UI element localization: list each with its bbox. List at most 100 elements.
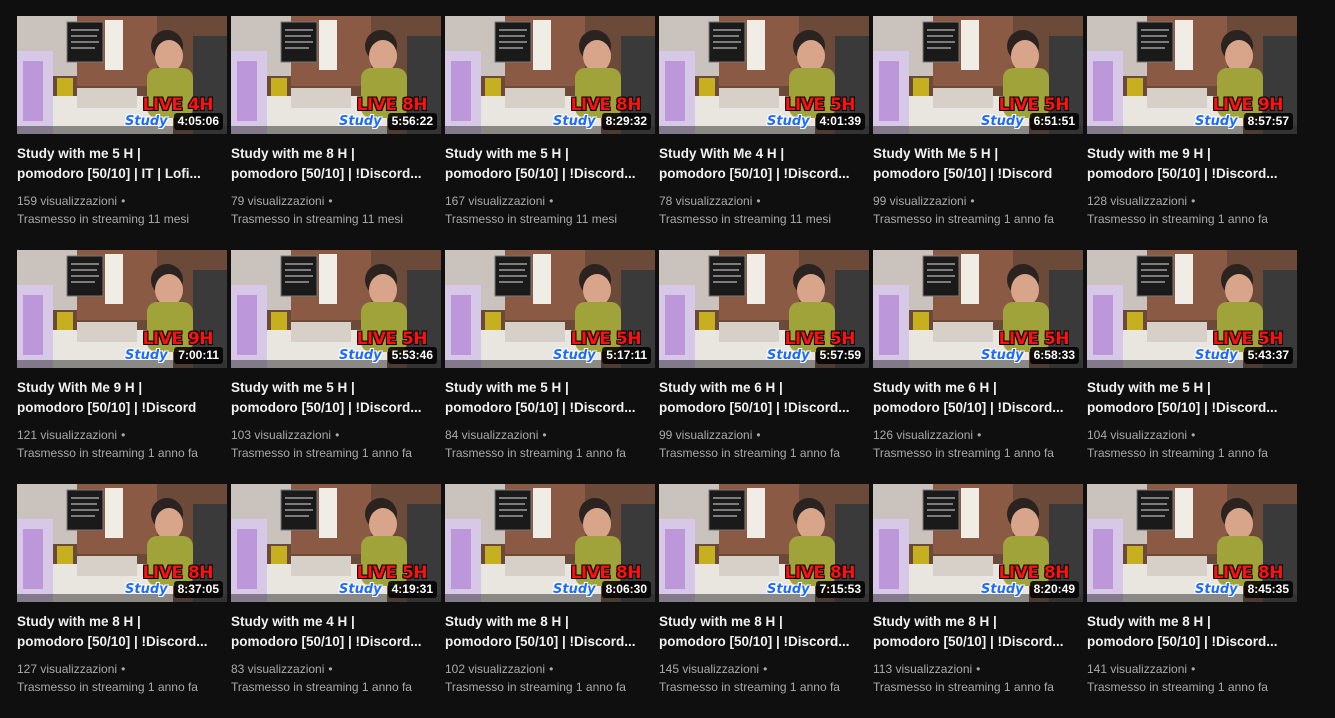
study-brand-text: Study bbox=[553, 348, 596, 363]
video-card[interactable]: LIVE 5H Study 5:17:11 Study with me 5 H … bbox=[445, 250, 655, 484]
video-duration: 4:01:39 bbox=[815, 113, 865, 130]
video-title[interactable]: Study With Me 9 H | pomodoro [50/10] | !… bbox=[17, 378, 227, 418]
view-count: 141 visualizzazioni bbox=[1087, 662, 1188, 676]
video-duration: 5:43:37 bbox=[1243, 347, 1293, 364]
video-thumbnail[interactable]: LIVE 5H Study 5:53:46 bbox=[231, 250, 441, 368]
video-card[interactable]: LIVE 5H Study 5:57:59 Study with me 6 H … bbox=[659, 250, 869, 484]
stream-date: Trasmesso in streaming 1 anno fa bbox=[445, 680, 626, 694]
stream-date: Trasmesso in streaming 1 anno fa bbox=[873, 446, 1054, 460]
separator-dot: • bbox=[328, 662, 333, 676]
video-thumbnail[interactable]: LIVE 8H Study 7:15:53 bbox=[659, 484, 869, 602]
video-thumbnail[interactable]: LIVE 4H Study 4:05:06 bbox=[17, 16, 227, 134]
video-card[interactable]: LIVE 8H Study 8:37:05 Study with me 8 H … bbox=[17, 484, 227, 718]
video-title[interactable]: Study with me 8 H | pomodoro [50/10] | !… bbox=[445, 612, 655, 652]
separator-dot: • bbox=[1191, 662, 1196, 676]
study-brand-text: Study bbox=[981, 348, 1024, 363]
stream-date: Trasmesso in streaming 1 anno fa bbox=[1087, 212, 1268, 226]
separator-dot: • bbox=[976, 662, 981, 676]
separator-dot: • bbox=[549, 194, 554, 208]
video-meta: 126 visualizzazioni • Trasmesso in stream… bbox=[873, 426, 1083, 462]
video-card[interactable]: LIVE 5H Study 4:19:31 Study with me 4 H … bbox=[231, 484, 441, 718]
separator-dot: • bbox=[542, 428, 547, 442]
video-title[interactable]: Study With Me 4 H | pomodoro [50/10] | !… bbox=[659, 144, 869, 184]
live-badge-text: LIVE 5H bbox=[1212, 329, 1284, 349]
video-thumbnail[interactable]: LIVE 8H Study 8:29:32 bbox=[445, 16, 655, 134]
view-count: 99 visualizzazioni bbox=[659, 428, 753, 442]
video-title[interactable]: Study with me 5 H | pomodoro [50/10] | !… bbox=[445, 378, 655, 418]
study-brand-text: Study bbox=[339, 582, 382, 597]
video-card[interactable]: LIVE 8H Study 5:56:22 Study with me 8 H … bbox=[231, 16, 441, 250]
video-title[interactable]: Study with me 6 H | pomodoro [50/10] | !… bbox=[873, 378, 1083, 418]
study-brand-text: Study bbox=[125, 114, 168, 129]
video-title[interactable]: Study with me 5 H | pomodoro [50/10] | I… bbox=[17, 144, 227, 184]
video-duration: 8:20:49 bbox=[1029, 581, 1079, 598]
video-thumbnail[interactable]: LIVE 8H Study 5:56:22 bbox=[231, 16, 441, 134]
video-card[interactable]: LIVE 8H Study 8:29:32 Study with me 5 H … bbox=[445, 16, 655, 250]
video-card[interactable]: LIVE 5H Study 6:58:33 Study with me 6 H … bbox=[873, 250, 1083, 484]
stream-date: Trasmesso in streaming 1 anno fa bbox=[659, 446, 840, 460]
separator-dot: • bbox=[756, 428, 761, 442]
video-title[interactable]: Study with me 8 H | pomodoro [50/10] | !… bbox=[231, 144, 441, 184]
video-duration: 8:57:57 bbox=[1243, 113, 1293, 130]
video-thumbnail[interactable]: LIVE 5H Study 5:43:37 bbox=[1087, 250, 1297, 368]
live-badge-text: LIVE 8H bbox=[142, 563, 214, 583]
video-thumbnail[interactable]: LIVE 9H Study 8:57:57 bbox=[1087, 16, 1297, 134]
stream-date: Trasmesso in streaming 1 anno fa bbox=[1087, 446, 1268, 460]
study-brand-text: Study bbox=[981, 114, 1024, 129]
video-thumbnail[interactable]: LIVE 5H Study 6:51:51 bbox=[873, 16, 1083, 134]
video-title[interactable]: Study with me 5 H | pomodoro [50/10] | !… bbox=[1087, 378, 1297, 418]
video-card[interactable]: LIVE 4H Study 4:05:06 Study with me 5 H … bbox=[17, 16, 227, 250]
video-thumbnail[interactable]: LIVE 9H Study 7:00:11 bbox=[17, 250, 227, 368]
video-card[interactable]: LIVE 9H Study 7:00:11 Study With Me 9 H … bbox=[17, 250, 227, 484]
video-thumbnail[interactable]: LIVE 8H Study 8:20:49 bbox=[873, 484, 1083, 602]
stream-date: Trasmesso in streaming 1 anno fa bbox=[17, 446, 198, 460]
video-grid: LIVE 4H Study 4:05:06 Study with me 5 H … bbox=[17, 16, 1297, 718]
video-title[interactable]: Study with me 5 H | pomodoro [50/10] | !… bbox=[445, 144, 655, 184]
view-count: 84 visualizzazioni bbox=[445, 428, 539, 442]
video-meta: 103 visualizzazioni • Trasmesso in stream… bbox=[231, 426, 441, 462]
video-duration: 5:57:59 bbox=[815, 347, 865, 364]
view-count: 167 visualizzazioni bbox=[445, 194, 546, 208]
video-title[interactable]: Study with me 6 H | pomodoro [50/10] | !… bbox=[659, 378, 869, 418]
study-brand-text: Study bbox=[339, 114, 382, 129]
live-badge-text: LIVE 5H bbox=[570, 329, 642, 349]
video-thumbnail[interactable]: LIVE 5H Study 4:19:31 bbox=[231, 484, 441, 602]
video-card[interactable]: LIVE 5H Study 5:43:37 Study with me 5 H … bbox=[1087, 250, 1297, 484]
video-card[interactable]: LIVE 8H Study 8:06:30 Study with me 8 H … bbox=[445, 484, 655, 718]
video-title[interactable]: Study With Me 5 H | pomodoro [50/10] | !… bbox=[873, 144, 1083, 184]
separator-dot: • bbox=[970, 194, 975, 208]
video-meta: 83 visualizzazioni • Trasmesso in streami… bbox=[231, 660, 441, 696]
video-card[interactable]: LIVE 8H Study 8:20:49 Study with me 8 H … bbox=[873, 484, 1083, 718]
video-duration: 8:06:30 bbox=[601, 581, 651, 598]
video-title[interactable]: Study with me 5 H | pomodoro [50/10] | !… bbox=[231, 378, 441, 418]
video-thumbnail[interactable]: LIVE 8H Study 8:06:30 bbox=[445, 484, 655, 602]
video-card[interactable]: LIVE 8H Study 7:15:53 Study with me 8 H … bbox=[659, 484, 869, 718]
video-thumbnail[interactable]: LIVE 8H Study 8:37:05 bbox=[17, 484, 227, 602]
video-thumbnail[interactable]: LIVE 5H Study 4:01:39 bbox=[659, 16, 869, 134]
video-card[interactable]: LIVE 8H Study 8:45:35 Study with me 8 H … bbox=[1087, 484, 1297, 718]
live-badge-text: LIVE 5H bbox=[998, 95, 1070, 115]
view-count: 126 visualizzazioni bbox=[873, 428, 974, 442]
video-title[interactable]: Study with me 4 H | pomodoro [50/10] | !… bbox=[231, 612, 441, 652]
video-card[interactable]: LIVE 9H Study 8:57:57 Study with me 9 H … bbox=[1087, 16, 1297, 250]
video-card[interactable]: LIVE 5H Study 6:51:51 Study With Me 5 H … bbox=[873, 16, 1083, 250]
video-title[interactable]: Study with me 9 H | pomodoro [50/10] | !… bbox=[1087, 144, 1297, 184]
video-meta: 121 visualizzazioni • Trasmesso in stream… bbox=[17, 426, 227, 462]
view-count: 127 visualizzazioni bbox=[17, 662, 118, 676]
video-card[interactable]: LIVE 5H Study 5:53:46 Study with me 5 H … bbox=[231, 250, 441, 484]
video-card[interactable]: LIVE 5H Study 4:01:39 Study With Me 4 H … bbox=[659, 16, 869, 250]
video-title[interactable]: Study with me 8 H | pomodoro [50/10] | !… bbox=[873, 612, 1083, 652]
video-thumbnail[interactable]: LIVE 5H Study 5:17:11 bbox=[445, 250, 655, 368]
live-badge-text: LIVE 8H bbox=[570, 95, 642, 115]
video-duration: 5:17:11 bbox=[602, 347, 651, 364]
video-title[interactable]: Study with me 8 H | pomodoro [50/10] | !… bbox=[17, 612, 227, 652]
video-duration: 6:51:51 bbox=[1029, 113, 1079, 130]
video-thumbnail[interactable]: LIVE 5H Study 5:57:59 bbox=[659, 250, 869, 368]
study-brand-text: Study bbox=[339, 348, 382, 363]
separator-dot: • bbox=[1191, 428, 1196, 442]
video-title[interactable]: Study with me 8 H | pomodoro [50/10] | !… bbox=[1087, 612, 1297, 652]
video-thumbnail[interactable]: LIVE 5H Study 6:58:33 bbox=[873, 250, 1083, 368]
video-thumbnail[interactable]: LIVE 8H Study 8:45:35 bbox=[1087, 484, 1297, 602]
video-title[interactable]: Study with me 8 H | pomodoro [50/10] | !… bbox=[659, 612, 869, 652]
separator-dot: • bbox=[977, 428, 982, 442]
